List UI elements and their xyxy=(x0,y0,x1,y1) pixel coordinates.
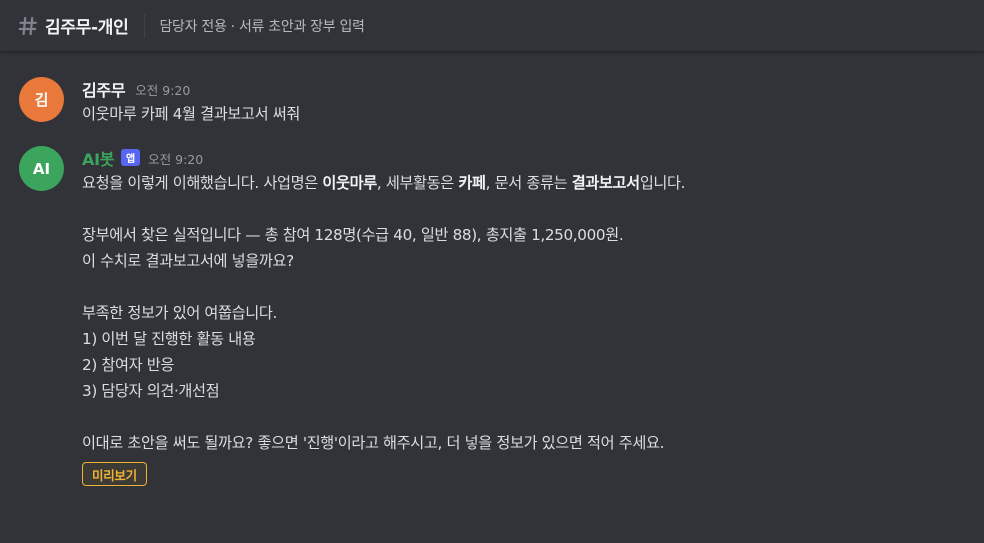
document-type: 결과보고서 xyxy=(571,174,640,192)
avatar[interactable]: 김 xyxy=(19,77,64,122)
message-timestamp[interactable]: 오전 9:20 xyxy=(148,149,203,168)
message-text-line: 장부에서 찾은 실적입니다 — 총 참여 128명(수급 40, 일반 88),… xyxy=(82,226,624,244)
message-header: 김주무 오전 9:20 xyxy=(82,77,964,101)
avatar-initial: 김 xyxy=(34,91,49,109)
list-item: 2) 참여자 반응 xyxy=(82,356,174,374)
preview-button[interactable]: 미리보기 xyxy=(82,462,147,486)
message-header: AI봇 앱 오전 9:20 xyxy=(82,146,964,170)
author-name[interactable]: 김주무 xyxy=(82,77,126,101)
message-text-line: 요청을 이렇게 이해했습니다. 사업명은 이웃마루, 세부활동은 카페, 문서 … xyxy=(82,170,964,196)
activity-name: 카페 xyxy=(458,174,486,192)
text-segment: , 세부활동은 xyxy=(376,174,459,192)
message-text-line: 부족한 정보가 있어 여쭙습니다. xyxy=(82,304,278,322)
message-text: 이웃마루 카페 4월 결과보고서 써줘 xyxy=(82,105,300,123)
message-text-line: 이대로 초안을 써도 될까요? 좋으면 '진행'이라고 해주시고, 더 넣을 정… xyxy=(82,434,665,452)
text-segment: 요청을 이렇게 이해했습니다. 사업명은 xyxy=(82,174,323,192)
app-badge: 앱 xyxy=(121,148,141,166)
message-content: 김주무 오전 9:20 이웃마루 카페 4월 결과보고서 써줘 xyxy=(82,77,964,127)
message-bot: AI AI봇 앱 오전 9:20 요청을 이렇게 이해했습니다. 사업명은 이웃… xyxy=(0,143,984,543)
message-text-line: 이 수치로 결과보고서에 넣을까요? xyxy=(82,252,294,270)
channel-header: 김주무-개인 담당자 전용 · 서류 초안과 장부 입력 xyxy=(0,0,984,52)
list-item: 3) 담당자 의견·개선점 xyxy=(82,382,220,400)
channel-topic[interactable]: 담당자 전용 · 서류 초안과 장부 입력 xyxy=(159,16,364,36)
channel-name[interactable]: 김주무-개인 xyxy=(45,13,129,38)
avatar-initial: AI xyxy=(32,159,51,178)
message-content: AI봇 앱 오전 9:20 요청을 이렇게 이해했습니다. 사업명은 이웃마루,… xyxy=(82,146,964,486)
text-segment: , 문서 종류는 xyxy=(485,174,572,192)
avatar[interactable]: AI xyxy=(19,146,64,191)
message-user: 김 김주무 오전 9:20 이웃마루 카페 4월 결과보고서 써줘 xyxy=(0,74,984,134)
list-item: 1) 이번 달 진행한 활동 내용 xyxy=(82,330,256,348)
business-name: 이웃마루 xyxy=(322,174,377,192)
header-divider xyxy=(144,13,146,38)
message-timestamp[interactable]: 오전 9:20 xyxy=(135,80,190,99)
hashtag-icon xyxy=(18,16,37,35)
text-segment: 입니다. xyxy=(639,174,686,192)
author-name[interactable]: AI봇 xyxy=(82,146,114,170)
